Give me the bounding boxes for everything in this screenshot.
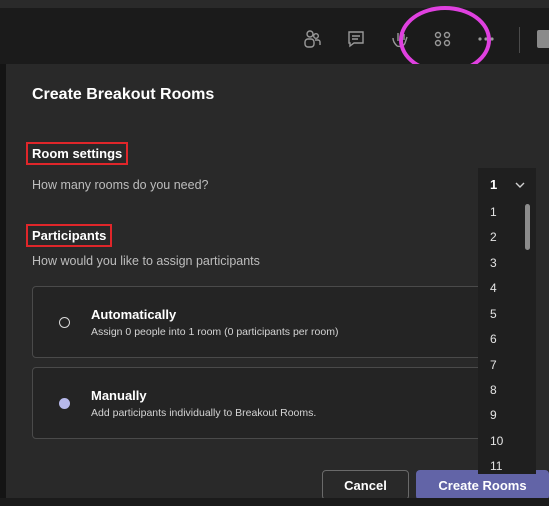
dropdown-scrollbar[interactable]	[525, 204, 530, 250]
room-count-dropdown[interactable]: 1 1 2 3 4 5 6 7 8 9 10 11	[478, 168, 536, 474]
create-breakout-rooms-dialog: Create Breakout Rooms Room settings How …	[6, 64, 549, 506]
room-count-option[interactable]: 8	[490, 383, 497, 397]
create-rooms-button[interactable]: Create Rooms	[416, 470, 549, 500]
chat-icon[interactable]	[345, 28, 367, 50]
title-bar-strip	[0, 0, 549, 8]
automatically-description: Assign 0 people into 1 room (0 participa…	[91, 326, 339, 338]
chevron-down-icon[interactable]	[514, 178, 526, 190]
room-count-option[interactable]: 5	[490, 307, 497, 321]
automatically-option[interactable]: Automatically Assign 0 people into 1 roo…	[32, 286, 504, 358]
meeting-toolbar	[0, 0, 549, 74]
room-count-selected[interactable]: 1	[490, 177, 497, 192]
assign-question: How would you like to assign participant…	[32, 254, 260, 268]
participants-heading: Participants	[26, 224, 113, 247]
room-count-option[interactable]: 3	[490, 256, 497, 270]
automatically-title: Automatically	[91, 307, 177, 322]
room-count-option[interactable]: 11	[490, 459, 502, 473]
room-count-option[interactable]: 9	[490, 408, 497, 422]
room-count-option[interactable]: 1	[490, 205, 497, 219]
manually-radio[interactable]	[59, 398, 70, 409]
dialog-title: Create Breakout Rooms	[32, 86, 215, 103]
cancel-button[interactable]: Cancel	[322, 470, 409, 500]
camera-icon[interactable]	[537, 30, 549, 48]
room-count-question: How many rooms do you need?	[32, 178, 209, 192]
room-count-option[interactable]: 6	[490, 332, 497, 346]
manually-description: Add participants individually to Breakou…	[91, 407, 317, 419]
participants-icon[interactable]	[301, 28, 323, 50]
bottom-edge	[0, 498, 549, 506]
toolbar-divider	[519, 27, 520, 53]
manually-title: Manually	[91, 388, 147, 403]
room-count-option[interactable]: 10	[490, 434, 503, 448]
room-settings-heading: Room settings	[26, 142, 129, 165]
manually-option[interactable]: Manually Add participants individually t…	[32, 367, 504, 439]
automatically-radio[interactable]	[59, 317, 70, 328]
room-count-option[interactable]: 2	[490, 230, 497, 244]
room-count-option[interactable]: 7	[490, 358, 497, 372]
room-count-option[interactable]: 4	[490, 281, 497, 295]
